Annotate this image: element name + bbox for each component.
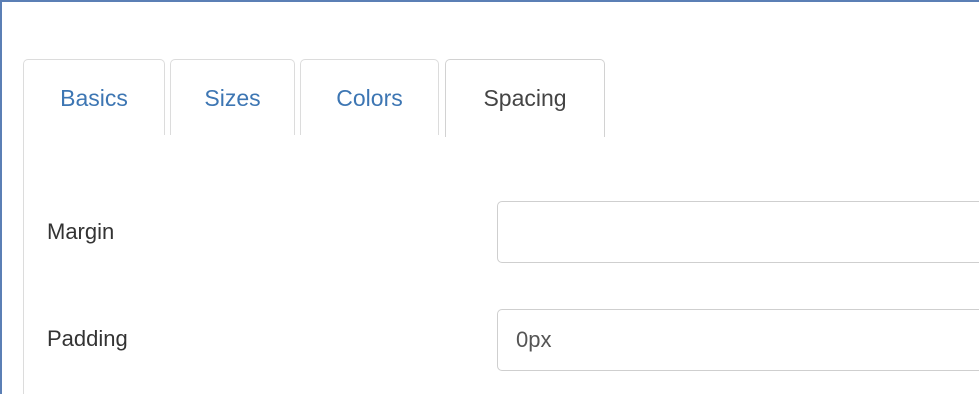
- margin-label: Margin: [47, 219, 115, 244]
- padding-input[interactable]: [497, 309, 979, 371]
- tab-sizes[interactable]: Sizes: [170, 59, 295, 135]
- margin-input[interactable]: [497, 201, 979, 263]
- padding-label: Padding: [47, 326, 128, 351]
- tab-spacing[interactable]: Spacing: [445, 59, 605, 137]
- tab-colors[interactable]: Colors: [300, 59, 439, 135]
- tab-basics[interactable]: Basics: [23, 59, 165, 135]
